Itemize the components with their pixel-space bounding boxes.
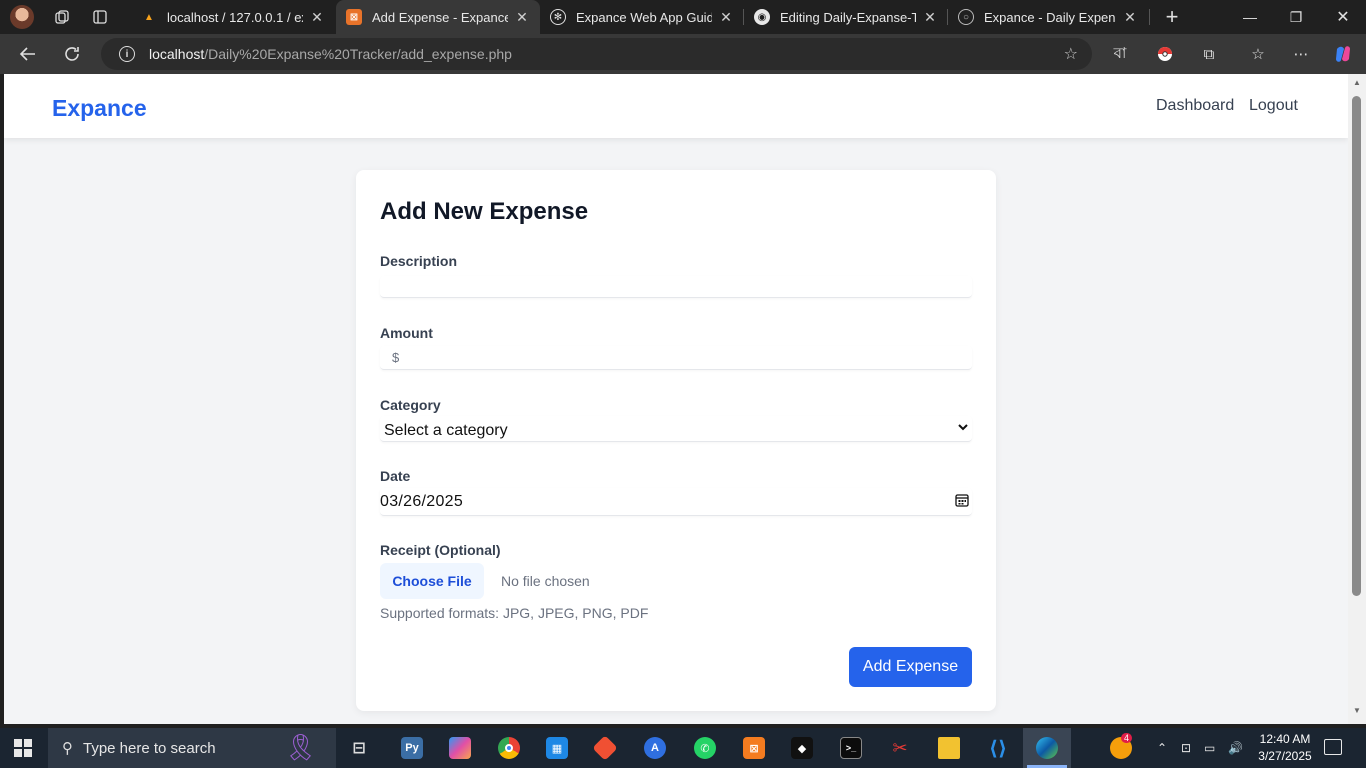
clock-date: 3/27/2025: [1258, 749, 1312, 763]
volume-icon[interactable]: 🔊: [1228, 728, 1243, 768]
close-tab-icon[interactable]: ✕: [309, 9, 325, 26]
network-icon[interactable]: ▭: [1204, 728, 1215, 768]
favorites-icon[interactable]: ☆: [1248, 44, 1268, 64]
browser-tab[interactable]: ✻ Expance Web App Guide ✕: [540, 0, 744, 34]
description-label: Description: [380, 253, 458, 269]
url-text[interactable]: localhost/Daily%20Expanse%20Tracker/add_…: [149, 46, 512, 62]
close-tab-icon[interactable]: ✕: [922, 9, 938, 26]
browser-tab-strip: ▲ localhost / 127.0.0.1 / expa ✕ ⊠ Add E…: [0, 0, 1366, 34]
back-arrow-icon[interactable]: [16, 42, 40, 66]
close-window-icon[interactable]: ✕: [1320, 0, 1366, 34]
add-expense-card: Add New Expense Description Amount $ Cat…: [356, 170, 996, 711]
more-menu-icon[interactable]: ⋯: [1291, 44, 1311, 64]
close-tab-icon[interactable]: ✕: [1122, 9, 1138, 26]
xampp-icon[interactable]: ⊠: [743, 737, 765, 759]
minimize-icon[interactable]: —: [1227, 0, 1273, 34]
cube-app-icon[interactable]: ◆: [791, 737, 813, 759]
task-view-icon[interactable]: ⊟: [348, 737, 370, 759]
clock-time: 12:40 AM: [1259, 732, 1311, 746]
github-icon: ◉: [754, 9, 770, 25]
receipt-label: Receipt (Optional): [380, 542, 501, 558]
calendar-icon[interactable]: [954, 492, 970, 508]
page-viewport: Expance Dashboard Logout Add New Expense…: [4, 74, 1348, 724]
file-status-text: No file chosen: [501, 573, 590, 589]
profile-avatar[interactable]: [10, 5, 34, 29]
edge-browser-icon[interactable]: [1036, 737, 1058, 759]
category-selected-value: Select a category: [384, 422, 508, 439]
date-label: Date: [380, 468, 411, 484]
tab-actions-icon[interactable]: [92, 9, 108, 25]
refresh-icon[interactable]: [60, 42, 84, 66]
category-label: Category: [380, 397, 441, 413]
currency-prefix: $: [392, 350, 400, 365]
chevron-down-icon: [958, 424, 968, 431]
phpmyadmin-icon: ▲: [144, 11, 154, 23]
restore-icon[interactable]: ❐: [1273, 0, 1319, 34]
scrollbar-thumb[interactable]: [1352, 96, 1361, 596]
site-navbar: Expance Dashboard Logout: [4, 74, 1348, 138]
windows-start-icon[interactable]: [14, 739, 32, 757]
vscode-icon[interactable]: ⟨⟩: [987, 737, 1009, 760]
microsoft-store-icon[interactable]: ▦: [546, 737, 568, 759]
close-tab-icon[interactable]: ✕: [718, 9, 734, 26]
awareness-ribbon-icon: 🎗: [284, 732, 318, 762]
scroll-down-arrow[interactable]: ▼: [1353, 706, 1361, 715]
browser-tab[interactable]: ▲ localhost / 127.0.0.1 / expa ✕: [131, 0, 335, 34]
favorite-star-icon[interactable]: ☆: [1064, 44, 1078, 64]
browser-tab-active[interactable]: ⊠ Add Expense - Expance ✕: [336, 0, 540, 34]
workspaces-icon[interactable]: [54, 9, 70, 25]
category-select[interactable]: Select a category: [380, 416, 972, 442]
expance-icon: ⊠: [346, 9, 362, 25]
git-icon[interactable]: [592, 735, 618, 761]
copilot-icon[interactable]: [1333, 44, 1353, 64]
date-value: 03/26/2025: [380, 493, 464, 510]
date-field[interactable]: 03/26/2025: [380, 488, 972, 516]
brand-logo[interactable]: Expance: [52, 95, 147, 122]
search-placeholder: Type here to search: [83, 739, 216, 757]
description-input[interactable]: [380, 276, 972, 293]
amount-label: Amount: [380, 325, 433, 341]
browser-tab[interactable]: ◉ Editing Daily-Expanse-Trac ✕: [744, 0, 948, 34]
amount-field[interactable]: $: [380, 346, 972, 370]
chrome-icon[interactable]: [498, 737, 520, 759]
extensions-icon[interactable]: ⧉: [1199, 44, 1219, 64]
site-info-icon[interactable]: i: [119, 46, 135, 62]
form-title: Add New Expense: [380, 198, 589, 225]
notification-center-icon[interactable]: [1324, 739, 1342, 755]
file-explorer-icon[interactable]: [938, 737, 960, 759]
browser-toolbar: i localhost/Daily%20Expanse%20Tracker/ad…: [0, 34, 1366, 74]
windows-taskbar: ⚲ Type here to search 🎗 ⊟ Py ▦ A ✆ ⊠ ◆ >…: [0, 728, 1366, 768]
terminal-icon[interactable]: >_: [840, 737, 862, 759]
browser-tab[interactable]: ○ Expance - Daily Expense Tr ✕: [948, 0, 1148, 34]
whatsapp-icon[interactable]: ✆: [694, 737, 716, 759]
description-field[interactable]: [380, 276, 972, 298]
pokeball-extension-icon[interactable]: [1155, 44, 1175, 64]
scroll-up-arrow[interactable]: ▲: [1353, 78, 1361, 87]
close-tab-icon[interactable]: ✕: [514, 9, 530, 26]
meet-now-icon[interactable]: ⊡: [1181, 728, 1191, 768]
choose-file-button[interactable]: Choose File: [380, 563, 484, 599]
address-bar[interactable]: i localhost/Daily%20Expanse%20Tracker/ad…: [101, 38, 1092, 70]
chatgpt-icon: ✻: [550, 9, 566, 25]
supported-formats-hint: Supported formats: JPG, JPEG, PNG, PDF: [380, 605, 649, 621]
tray-chevron-icon[interactable]: ⌃: [1157, 728, 1167, 768]
office-copilot-icon[interactable]: [449, 737, 471, 759]
snipping-tool-icon[interactable]: ✂: [889, 737, 911, 759]
nav-link-dashboard[interactable]: Dashboard: [1156, 97, 1234, 115]
app-a-icon[interactable]: A: [644, 737, 666, 759]
language-indicator[interactable]: বা: [1110, 44, 1130, 64]
system-clock[interactable]: 12:40 AM 3/27/2025: [1250, 731, 1320, 765]
globe-icon: ○: [958, 9, 974, 25]
notification-badge: 4: [1121, 733, 1133, 743]
add-expense-button[interactable]: Add Expense: [849, 647, 972, 687]
nav-link-logout[interactable]: Logout: [1249, 97, 1298, 115]
new-tab-button[interactable]: +: [1149, 0, 1195, 34]
page-scrollbar[interactable]: ▲ ▼: [1348, 74, 1366, 724]
amount-input[interactable]: [380, 346, 972, 363]
python-app-icon[interactable]: Py: [401, 737, 423, 759]
search-icon: ⚲: [62, 740, 73, 757]
